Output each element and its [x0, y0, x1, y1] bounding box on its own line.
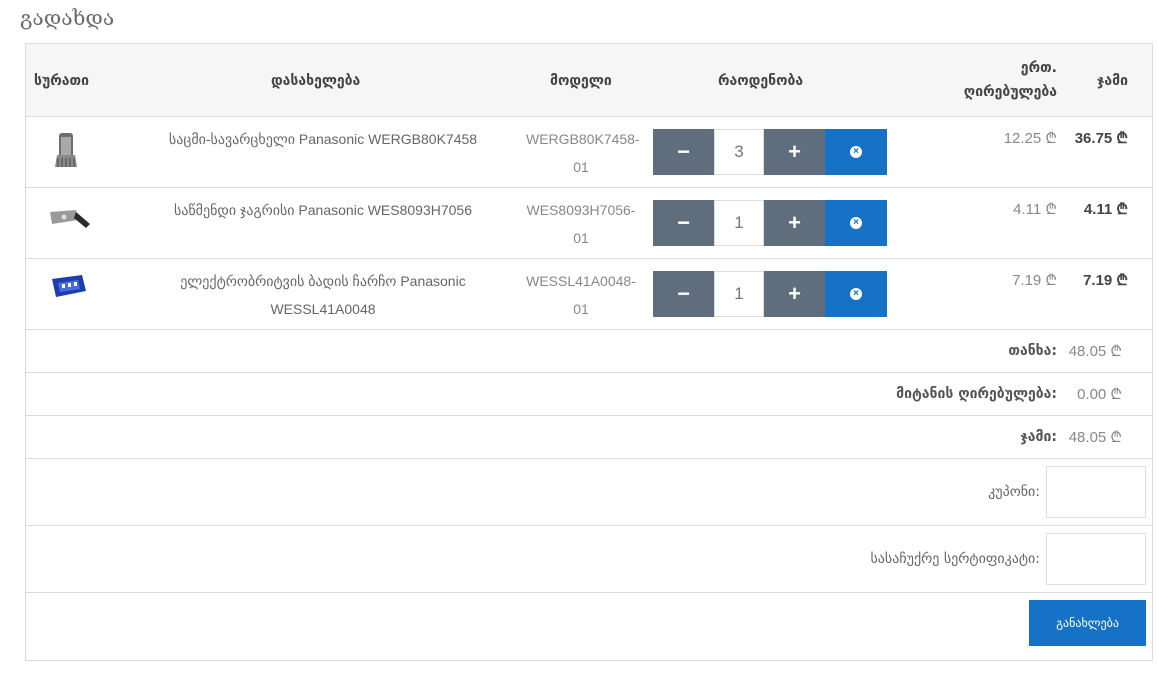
item-model: WERGB80K7458-01	[526, 131, 640, 175]
table-row: საწმენდი ჯაგრისი Panasonic WES8093H7056 …	[26, 188, 1152, 259]
quantity-stepper: − + ×	[653, 129, 887, 175]
decrease-quantity-button[interactable]: −	[653, 271, 714, 317]
increase-quantity-button[interactable]: +	[764, 271, 825, 317]
item-name[interactable]: საწმენდი ჯაგრისი Panasonic WES8093H7056	[153, 196, 493, 224]
increase-quantity-button[interactable]: +	[764, 129, 825, 175]
shipping-row: მიტანის ღირებულება: 0.00 ₾	[26, 373, 1152, 416]
item-unit-price: 4.11 ₾	[1013, 201, 1057, 218]
subtotal-label: თანხა:	[1008, 343, 1057, 359]
coupon-row: კუპონი:	[26, 459, 1152, 526]
voucher-input[interactable]	[1046, 533, 1146, 585]
shaver-frame-icon[interactable]	[42, 269, 96, 319]
item-model: WESSL41A0048-01	[526, 273, 636, 317]
remove-item-button[interactable]: ×	[825, 200, 887, 246]
decrease-quantity-button[interactable]: −	[653, 129, 714, 175]
header-total: ჯამი	[1096, 73, 1128, 89]
voucher-label: სასაჩუქრე სერტიფიკატი:	[870, 551, 1040, 567]
subtotal-value: 48.05 ₾	[1068, 343, 1122, 360]
remove-item-button[interactable]: ×	[825, 129, 887, 175]
decrease-quantity-button[interactable]: −	[653, 200, 714, 246]
table-header: სურათი დასახელება მოდელი რაოდენობა ერთ. …	[26, 44, 1152, 117]
update-button[interactable]: განახლება	[1029, 600, 1146, 646]
subtotal-row: თანხა: 48.05 ₾	[26, 330, 1152, 373]
header-unit-price-line2: ღირებულება	[963, 84, 1057, 100]
close-circle-icon: ×	[850, 146, 862, 158]
header-unit-price: ერთ. ღირებულება	[964, 56, 1057, 104]
shipping-label: მიტანის ღირებულება:	[896, 386, 1057, 402]
item-total: 4.11 ₾	[1083, 201, 1128, 218]
total-row: ჯამი: 48.05 ₾	[26, 416, 1152, 459]
cleaning-brush-icon[interactable]	[42, 198, 96, 248]
cart-table: სურათი დასახელება მოდელი რაოდენობა ერთ. …	[25, 43, 1153, 661]
remove-item-button[interactable]: ×	[825, 271, 887, 317]
item-total: 36.75 ₾	[1074, 130, 1128, 147]
actions-row: განახლება	[26, 593, 1152, 660]
quantity-input[interactable]	[714, 200, 764, 246]
close-circle-icon: ×	[850, 288, 862, 300]
coupon-label: კუპონი:	[988, 484, 1040, 500]
total-value: 48.05 ₾	[1068, 429, 1122, 446]
item-name[interactable]: ელექტრობრიტვის ბადის ჩარჩო Panasonic WES…	[153, 267, 493, 323]
item-name[interactable]: საცმი-სავარცხელი Panasonic WERGB80K7458	[153, 125, 493, 153]
quantity-input[interactable]	[714, 271, 764, 317]
table-row: ელექტრობრიტვის ბადის ჩარჩო Panasonic WES…	[26, 259, 1152, 330]
header-name: დასახელება	[271, 73, 361, 89]
item-model: WES8093H7056-01	[526, 202, 636, 246]
shipping-value: 0.00 ₾	[1077, 386, 1122, 403]
voucher-row: სასაჩუქრე სერტიფიკატი:	[26, 526, 1152, 593]
quantity-stepper: − + ×	[653, 271, 887, 317]
header-quantity: რაოდენობა	[718, 73, 804, 89]
quantity-stepper: − + ×	[653, 200, 887, 246]
table-row: საცმი-სავარცხელი Panasonic WERGB80K7458 …	[26, 117, 1152, 188]
header-model: მოდელი	[550, 73, 612, 89]
header-unit-price-line1: ერთ.	[1020, 60, 1057, 76]
hair-clipper-comb-icon[interactable]	[42, 127, 96, 177]
quantity-input[interactable]	[714, 129, 764, 175]
header-image: სურათი	[34, 73, 89, 89]
item-unit-price: 7.19 ₾	[1012, 272, 1057, 289]
item-unit-price: 12.25 ₾	[1003, 130, 1057, 147]
increase-quantity-button[interactable]: +	[764, 200, 825, 246]
page-title: გადახდა	[20, 6, 115, 30]
total-label: ჯამი:	[1020, 429, 1057, 445]
close-circle-icon: ×	[850, 217, 862, 229]
coupon-input[interactable]	[1046, 466, 1146, 518]
item-total: 7.19 ₾	[1083, 272, 1128, 289]
